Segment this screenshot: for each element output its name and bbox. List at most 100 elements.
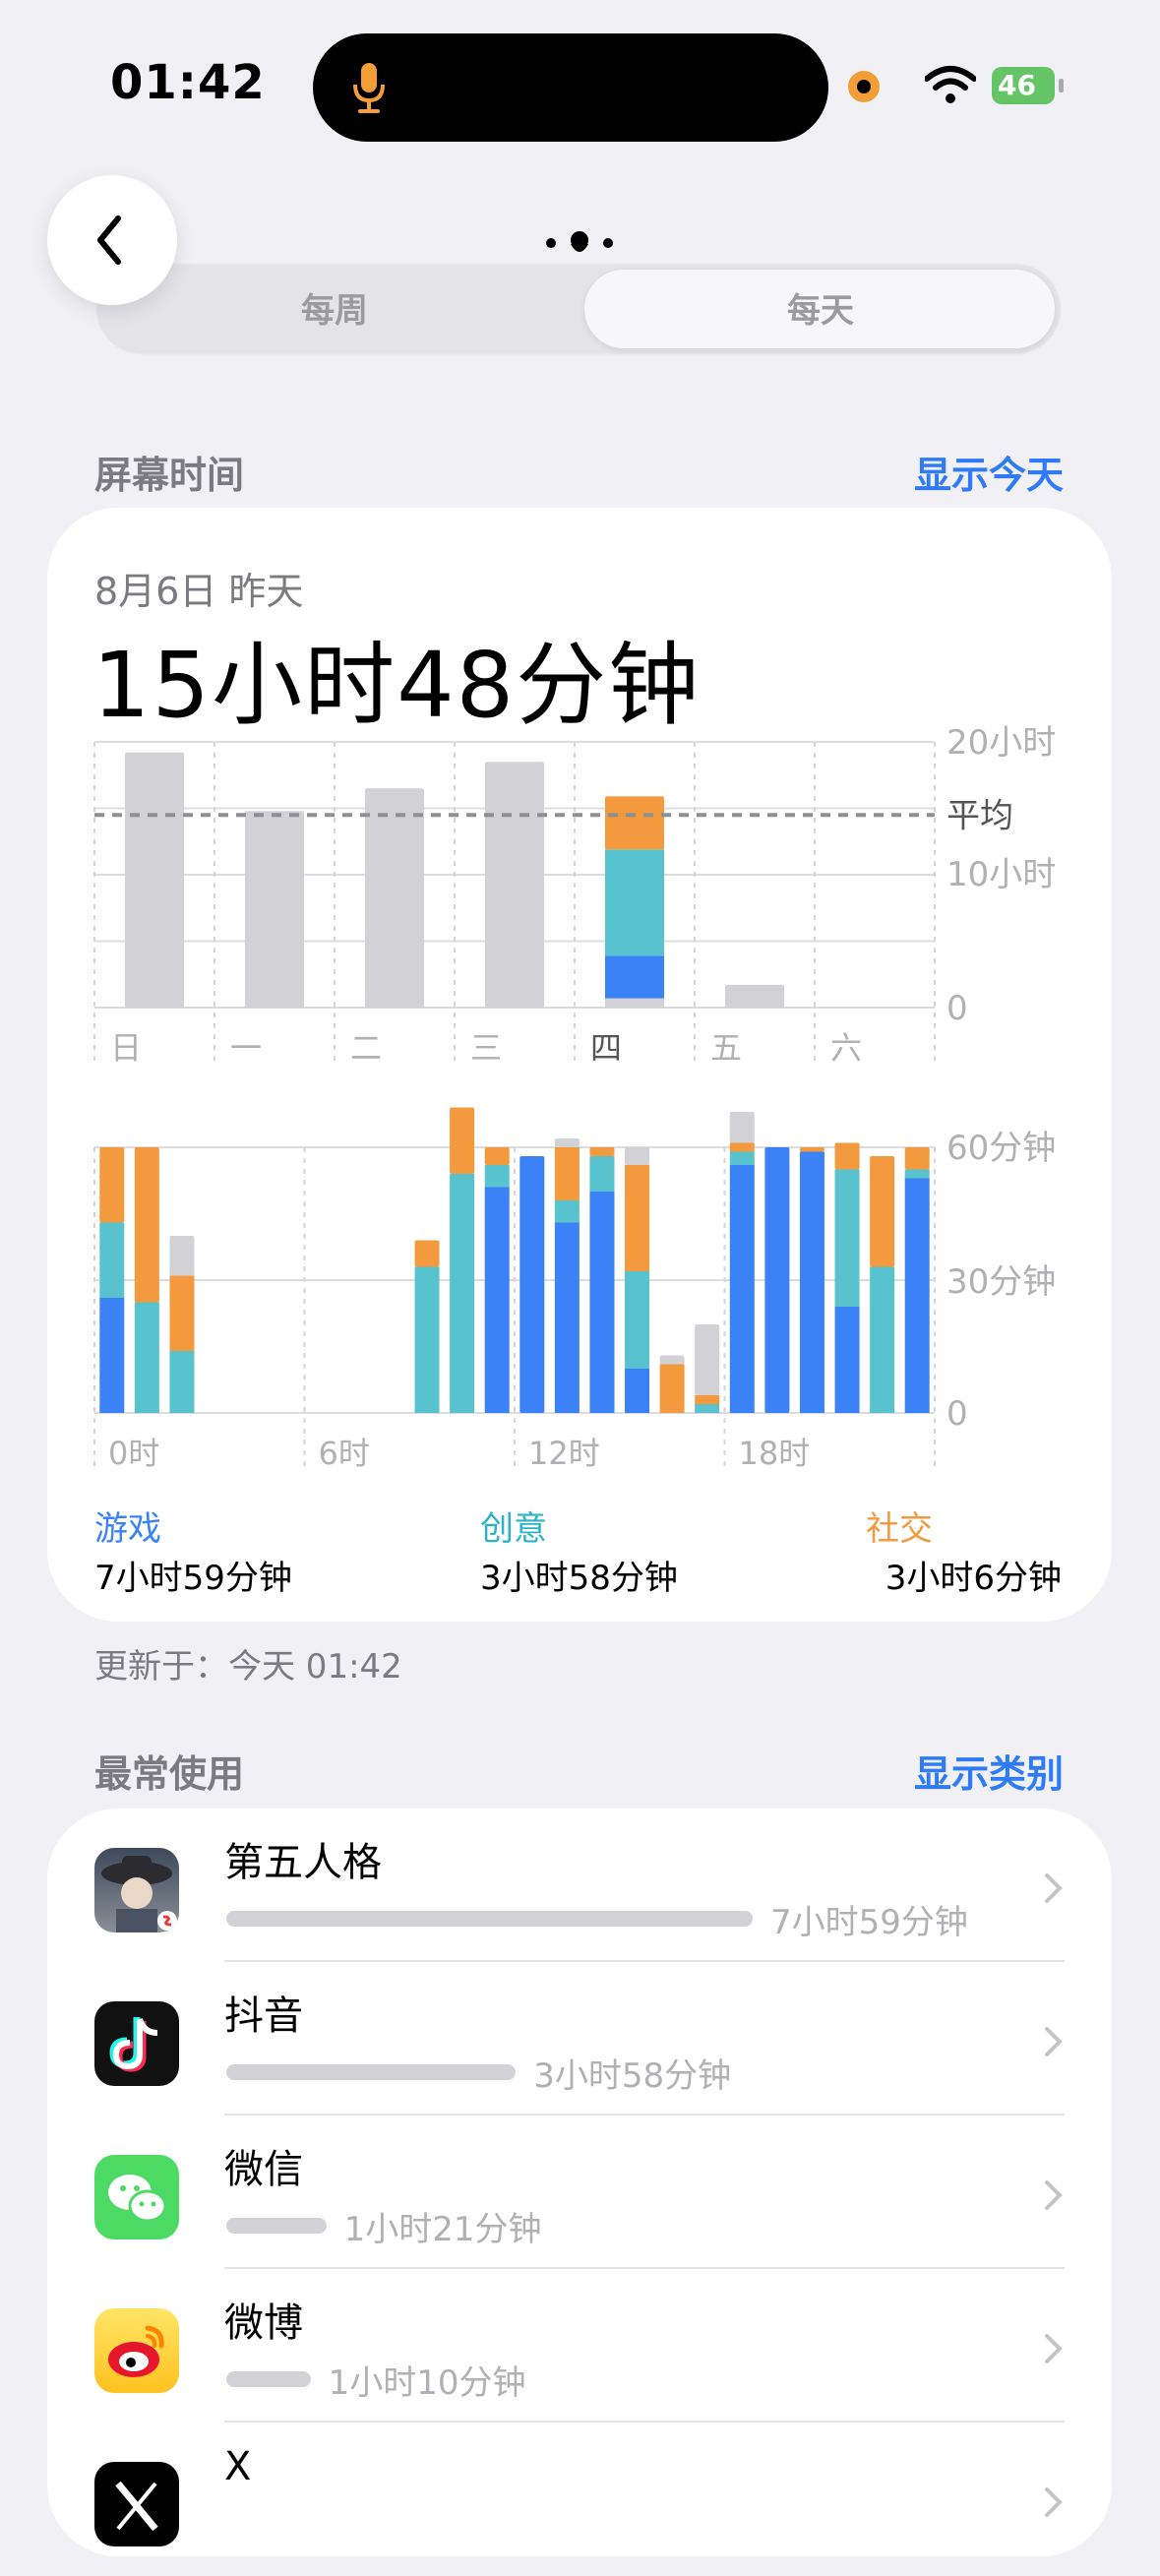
app-time: 1小时10分钟 (328, 2363, 526, 2403)
chart-bar (904, 1169, 930, 1179)
x-axis-label: 五 (710, 1029, 742, 1067)
chart-bar (134, 1147, 159, 1303)
chart-bar (695, 1395, 720, 1404)
chart-bar (764, 1147, 790, 1413)
app-name: 第五人格 (224, 1840, 382, 1885)
chart-bar (729, 1151, 755, 1165)
x-axis-label: 一 (230, 1029, 262, 1067)
chart-bar (554, 1200, 580, 1223)
chart-bar (484, 1187, 510, 1413)
chart-bar (134, 1302, 159, 1413)
app-usage-bar (226, 2064, 517, 2080)
chart-bar (554, 1222, 580, 1413)
chart-bar (589, 1192, 615, 1413)
x-axis-label: 18时 (739, 1435, 811, 1472)
legend-games-label: 游戏 (94, 1509, 161, 1549)
chart-bar (799, 1147, 824, 1152)
app-time: 3小时58分钟 (533, 2056, 732, 2096)
chevron-right-icon (1045, 2180, 1063, 2210)
chart-bar (589, 1147, 615, 1156)
app-row-x[interactable]: X (47, 2423, 1112, 2576)
chart-bar (99, 1298, 125, 1413)
app-row-douyin[interactable]: 抖音 3小时58分钟 (47, 1962, 1112, 2116)
legend-games-value: 7小时59分钟 (94, 1559, 292, 1598)
chart-bar (904, 1178, 930, 1413)
chart-bar (659, 1364, 685, 1413)
app-name: 微博 (224, 2300, 303, 2346)
chart-bar (484, 1165, 510, 1188)
x-axis-label: 6时 (319, 1435, 370, 1472)
y-axis-label: 0 (946, 989, 968, 1028)
app-usage-bar (226, 1911, 753, 1927)
chart-bar (169, 1236, 195, 1276)
chevron-right-icon (1045, 2487, 1063, 2517)
app-row-identity-v[interactable]: 第五人格 7小时59分钟 (47, 1809, 1112, 1962)
chart-bar (834, 1169, 860, 1307)
chart-bar (625, 1271, 650, 1369)
chart-bar (729, 1142, 755, 1152)
app-row-weibo[interactable]: 微博 1小时10分钟 (47, 2269, 1112, 2423)
chart-bar (450, 1174, 475, 1413)
chart-bar (554, 1147, 580, 1200)
average-label: 平均 (946, 796, 1013, 835)
chart-bar (365, 788, 424, 1008)
chart-bar (625, 1165, 650, 1271)
chart-bar (904, 1147, 930, 1170)
chart-bar (519, 1156, 545, 1413)
chart-bar (695, 1324, 720, 1395)
chart-bar (605, 849, 664, 956)
app-name: 微信 (224, 2147, 303, 2192)
chart-bar (125, 752, 184, 1008)
chart-bar (625, 1369, 650, 1413)
chart-bar (834, 1307, 860, 1413)
legend-social-label: 社交 (866, 1509, 933, 1549)
x-axis-label: 二 (350, 1029, 382, 1067)
chart-bar (605, 796, 664, 850)
chart-bar (725, 985, 784, 1008)
chart-bar (484, 1147, 510, 1165)
show-categories-link[interactable]: 显示类别 (914, 1744, 1064, 1798)
chart-bar (870, 1156, 895, 1267)
app-name: 抖音 (224, 1993, 303, 2039)
x-icon (94, 2462, 179, 2546)
y-axis-label: 10小时 (946, 855, 1056, 894)
app-time: 7小时59分钟 (770, 1903, 968, 1942)
app-usage-bar (226, 2371, 311, 2387)
y-axis-label: 60分钟 (946, 1129, 1056, 1168)
x-axis-label: 六 (830, 1029, 862, 1067)
chart-bar (99, 1222, 125, 1298)
chart-bar (729, 1165, 755, 1413)
app-usage-bar (226, 2218, 327, 2234)
x-axis-label: 日 (110, 1029, 142, 1067)
chart-bar (245, 811, 304, 1008)
chart-bar (834, 1142, 860, 1170)
x-axis-label: 0时 (108, 1435, 159, 1472)
y-axis-label: 30分钟 (946, 1262, 1056, 1302)
chart-bar (485, 762, 544, 1008)
wechat-icon (94, 2155, 179, 2239)
chart-bar (450, 1107, 475, 1174)
chart-bar (799, 1151, 824, 1413)
legend-creative-value: 3小时58分钟 (480, 1559, 678, 1598)
chart-bar (605, 998, 664, 1008)
weibo-icon (94, 2308, 179, 2393)
chart-bar (625, 1147, 650, 1165)
chart-bar (169, 1275, 195, 1351)
app-name: X (224, 2444, 252, 2489)
chart-bar (605, 955, 664, 999)
identity-v-icon (94, 1848, 179, 1932)
chart-bar (99, 1147, 125, 1223)
y-axis-label: 0 (946, 1394, 968, 1434)
chevron-right-icon (1045, 2027, 1063, 2056)
x-axis-label: 12时 (528, 1435, 600, 1472)
chart-bar (695, 1404, 720, 1413)
chart-bar (414, 1240, 440, 1267)
legend-social-value: 3小时6分钟 (885, 1559, 1062, 1598)
x-axis-label: 四 (590, 1029, 622, 1067)
chart-bar (554, 1138, 580, 1147)
legend-creative-label: 创意 (480, 1509, 547, 1549)
chart-bar (414, 1266, 440, 1413)
app-row-wechat[interactable]: 微信 1小时21分钟 (47, 2116, 1112, 2269)
x-axis-label: 三 (470, 1029, 502, 1067)
chart-bar (169, 1351, 195, 1413)
